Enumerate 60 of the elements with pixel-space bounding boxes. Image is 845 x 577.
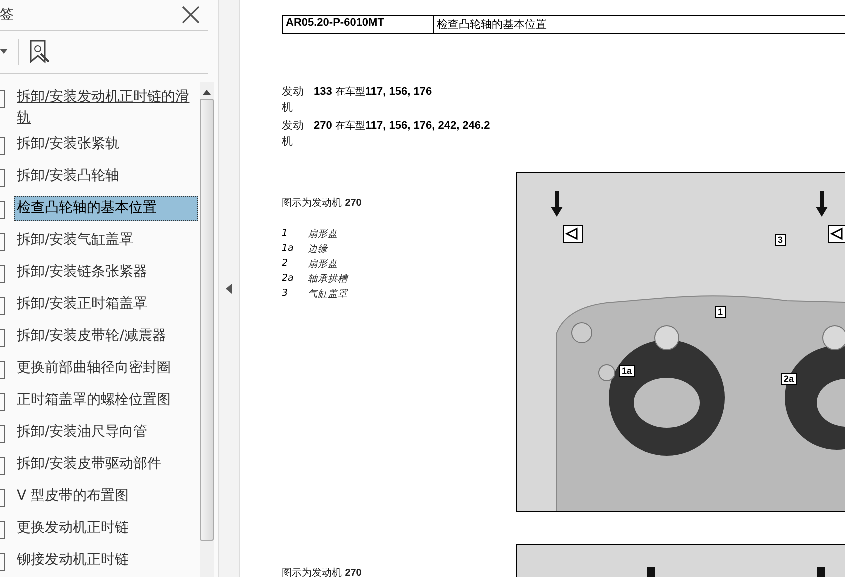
legend-text: 气缸盖罩: [308, 288, 350, 301]
bookmark-item[interactable]: 更换前部曲轴径向密封圈: [14, 356, 198, 381]
legend-key: 1: [282, 228, 308, 241]
engine-models-text: 270 在车型117, 156, 176, 242, 246.2: [314, 119, 490, 134]
bookmark-marker-icon: [0, 137, 5, 155]
bookmark-marker-icon: [0, 361, 5, 379]
bookmark-item[interactable]: 拆卸/安装皮带轮/减震器: [14, 324, 198, 349]
figure-caption: 图示为发动机 270: [282, 566, 363, 577]
bookmark-item[interactable]: 铆接发动机正时链: [14, 548, 198, 573]
bookmark-search-icon[interactable]: [29, 40, 51, 64]
bookmark-item[interactable]: 拆卸/安装发动机正时链的滑轨: [14, 85, 198, 131]
callout-label: 1: [715, 306, 726, 318]
bookmark-marker-icon: [0, 233, 5, 251]
bookmark-marker-icon: [0, 425, 5, 443]
figure-caption: 图示为发动机 270: [282, 196, 363, 210]
document-title: 检查凸轮轴的基本位置: [436, 17, 548, 33]
collapse-left-icon[interactable]: [226, 284, 232, 294]
bookmark-marker-icon: [0, 553, 5, 571]
bookmark-item[interactable]: 拆卸/安装凸轮轴: [14, 164, 198, 189]
arrow-icon: [816, 191, 828, 217]
close-icon[interactable]: [182, 6, 200, 24]
panel-title: 签: [0, 6, 14, 24]
bookmark-marker-icon: [0, 457, 5, 475]
callout-label: 1a: [619, 365, 636, 377]
bookmark-item[interactable]: 拆卸/安装油尺导向管: [14, 420, 198, 445]
bookmark-item[interactable]: 拆卸/安装链条张紧器: [14, 260, 198, 285]
bookmark-item[interactable]: 拆卸/安装气缸盖罩: [14, 228, 198, 253]
bookmark-marker-icon: [0, 201, 5, 219]
legend-text: 扇形盘: [308, 258, 339, 271]
caret-icon[interactable]: [0, 49, 8, 55]
bookmark-item[interactable]: 检查凸轮轴的基本位置: [14, 196, 198, 221]
legend-text: 扇形盘: [308, 228, 339, 241]
bookmark-item[interactable]: 拆卸/安装皮带驱动部件: [14, 452, 198, 477]
legend-key: 3: [282, 288, 308, 301]
engine-label: 发动机: [282, 118, 305, 150]
bookmark-marker-icon: [0, 329, 5, 347]
bookmark-item[interactable]: 拆卸/安装正时箱盖罩: [14, 292, 198, 317]
bookmark-marker-icon: [0, 489, 5, 507]
legend-key: 2a: [282, 273, 308, 286]
engine-label: 发动机: [282, 84, 305, 116]
bookmark-marker-icon: [0, 521, 5, 539]
bookmark-item[interactable]: V 型皮带的布置图: [14, 484, 198, 509]
legend-text: 边缘: [308, 243, 330, 256]
arrow-icon: [551, 191, 563, 217]
bookmark-item[interactable]: 更换发动机正时链: [14, 516, 198, 541]
legend-key: 1a: [282, 243, 308, 256]
scroll-up-icon[interactable]: [203, 90, 211, 95]
bookmark-marker-icon: [0, 297, 5, 315]
document-code: AR05.20-P-6010MT: [283, 16, 434, 33]
bookmark-marker-icon: [0, 393, 5, 411]
legend-text: 轴承拱槽: [308, 273, 350, 286]
bookmark-marker-icon: [0, 169, 5, 187]
engine-models-text: 133 在车型117, 156, 176: [314, 85, 432, 100]
bookmark-item[interactable]: 拆卸/安装张紧轨: [14, 132, 198, 157]
callout-label: 3: [775, 234, 786, 246]
callout-label: 2a: [781, 373, 798, 385]
bookmark-marker-icon: [0, 265, 5, 283]
legend-key: 2: [282, 258, 308, 271]
bookmark-item[interactable]: 正时箱盖罩的螺栓位置图: [14, 388, 198, 413]
bookmark-marker-icon: [0, 90, 5, 108]
